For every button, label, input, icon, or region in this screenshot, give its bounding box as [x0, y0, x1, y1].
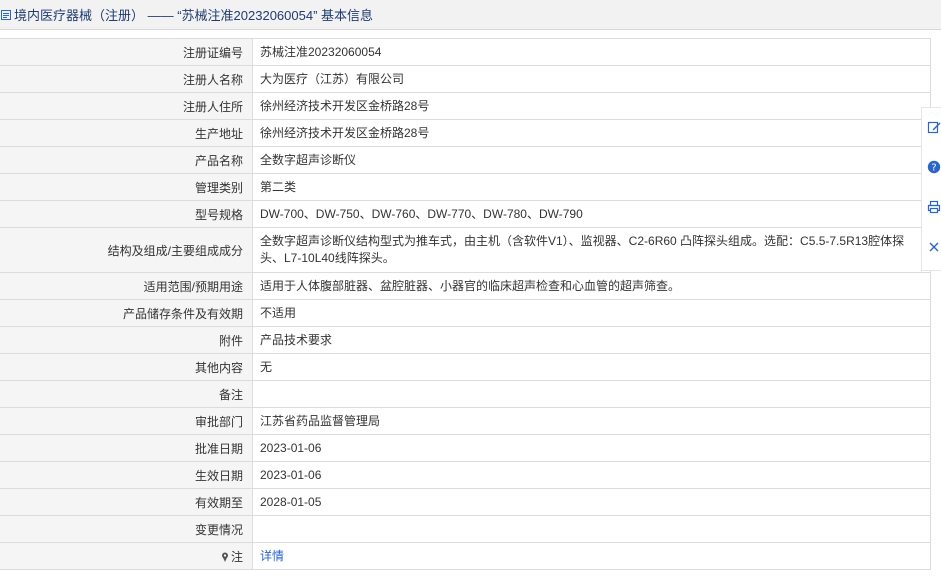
row-value: 2023-01-06: [260, 467, 322, 482]
row-label: 注册证编号: [0, 39, 253, 65]
row-label: 产品储存条件及有效期: [0, 300, 253, 326]
row-value: 全数字超声诊断仪结构型式为推车式，由主机（含软件V1）、监视器、C2-6R60 …: [260, 234, 905, 265]
svg-text:?: ?: [931, 163, 936, 174]
row-value: 苏械注准20232060054: [260, 44, 382, 59]
row-value: 江苏省药品监督管理局: [260, 413, 381, 428]
note-label: 注: [230, 549, 243, 564]
table-row: 产品储存条件及有效期 不适用: [0, 300, 930, 327]
row-value: 大为医疗（江苏）有限公司: [260, 71, 405, 86]
table-row: 适用范围/预期用途 适用于人体腹部脏器、盆腔脏器、小器官的临床超声检查和心血管的…: [0, 273, 930, 300]
row-label: 其他内容: [0, 354, 253, 380]
pin-icon: [221, 551, 229, 562]
row-value: 徐州经济技术开发区金桥路28号: [260, 125, 430, 140]
table-row: 生效日期 2023-01-06: [0, 462, 930, 489]
row-label: 结构及组成/主要组成成分: [0, 228, 253, 272]
detail-table: 注册证编号 苏械注准20232060054 注册人名称 大为医疗（江苏）有限公司…: [0, 38, 931, 570]
row-label: 变更情况: [0, 516, 253, 542]
row-label: 管理类别: [0, 174, 253, 200]
document-icon: [0, 9, 12, 21]
help-icon[interactable]: ?: [927, 160, 941, 174]
print-icon[interactable]: [927, 200, 941, 214]
table-row: 有效期至 2028-01-05: [0, 489, 930, 516]
row-value: [253, 381, 930, 407]
row-value: 徐州经济技术开发区金桥路28号: [260, 98, 430, 113]
row-value: 全数字超声诊断仪: [260, 152, 357, 167]
row-label: 产品名称: [0, 147, 253, 173]
row-value: 无: [260, 359, 273, 374]
row-value: DW-700、DW-750、DW-760、DW-770、DW-780、DW-79…: [260, 206, 583, 221]
row-value: 2023-01-06: [260, 440, 322, 455]
table-row: 管理类别 第二类: [0, 174, 930, 201]
row-value: 第二类: [260, 179, 297, 194]
row-value: 详情: [253, 543, 930, 569]
row-label: 备注: [0, 381, 253, 407]
table-row: 注 详情: [0, 543, 930, 570]
table-row: 注册人名称 大为医疗（江苏）有限公司: [0, 66, 930, 93]
edit-icon[interactable]: [927, 120, 941, 134]
side-toolbar: ?: [921, 107, 941, 271]
table-row: 变更情况: [0, 516, 930, 543]
row-label: 审批部门: [0, 408, 253, 434]
row-label: 附件: [0, 327, 253, 353]
table-row: 产品名称 全数字超声诊断仪: [0, 147, 930, 174]
row-value: 2028-01-05: [260, 494, 322, 509]
row-label: 型号规格: [0, 201, 253, 227]
table-row: 备注: [0, 381, 930, 408]
table-row: 附件 产品技术要求: [0, 327, 930, 354]
row-label: 有效期至: [0, 489, 253, 515]
row-label: 注册人名称: [0, 66, 253, 92]
row-label: 生效日期: [0, 462, 253, 488]
table-row: 其他内容 无: [0, 354, 930, 381]
row-value: [253, 516, 930, 542]
row-label: 批准日期: [0, 435, 253, 461]
table-row: 批准日期 2023-01-06: [0, 435, 930, 462]
row-label-note: 注: [0, 543, 253, 569]
table-row: 型号规格 DW-700、DW-750、DW-760、DW-770、DW-780、…: [0, 201, 930, 228]
row-value: 产品技术要求: [260, 332, 333, 347]
page-header: 境内医疗器械（注册） —— “苏械注准20232060054” 基本信息: [0, 0, 941, 30]
table-row: 注册证编号 苏械注准20232060054: [0, 39, 930, 66]
row-label: 生产地址: [0, 120, 253, 146]
row-value: 不适用: [260, 305, 297, 320]
details-link[interactable]: 详情: [260, 548, 284, 565]
table-row: 注册人住所 徐州经济技术开发区金桥路28号: [0, 93, 930, 120]
row-label: 注册人住所: [0, 93, 253, 119]
table-row: 审批部门 江苏省药品监督管理局: [0, 408, 930, 435]
row-label: 适用范围/预期用途: [0, 273, 253, 299]
table-row: 生产地址 徐州经济技术开发区金桥路28号: [0, 120, 930, 147]
close-icon[interactable]: [927, 240, 941, 254]
row-value: 适用于人体腹部脏器、盆腔脏器、小器官的临床超声检查和心血管的超声筛查。: [260, 278, 681, 293]
page-title: 境内医疗器械（注册） —— “苏械注准20232060054” 基本信息: [14, 8, 374, 23]
table-row: 结构及组成/主要组成成分 全数字超声诊断仪结构型式为推车式，由主机（含软件V1）…: [0, 228, 930, 273]
